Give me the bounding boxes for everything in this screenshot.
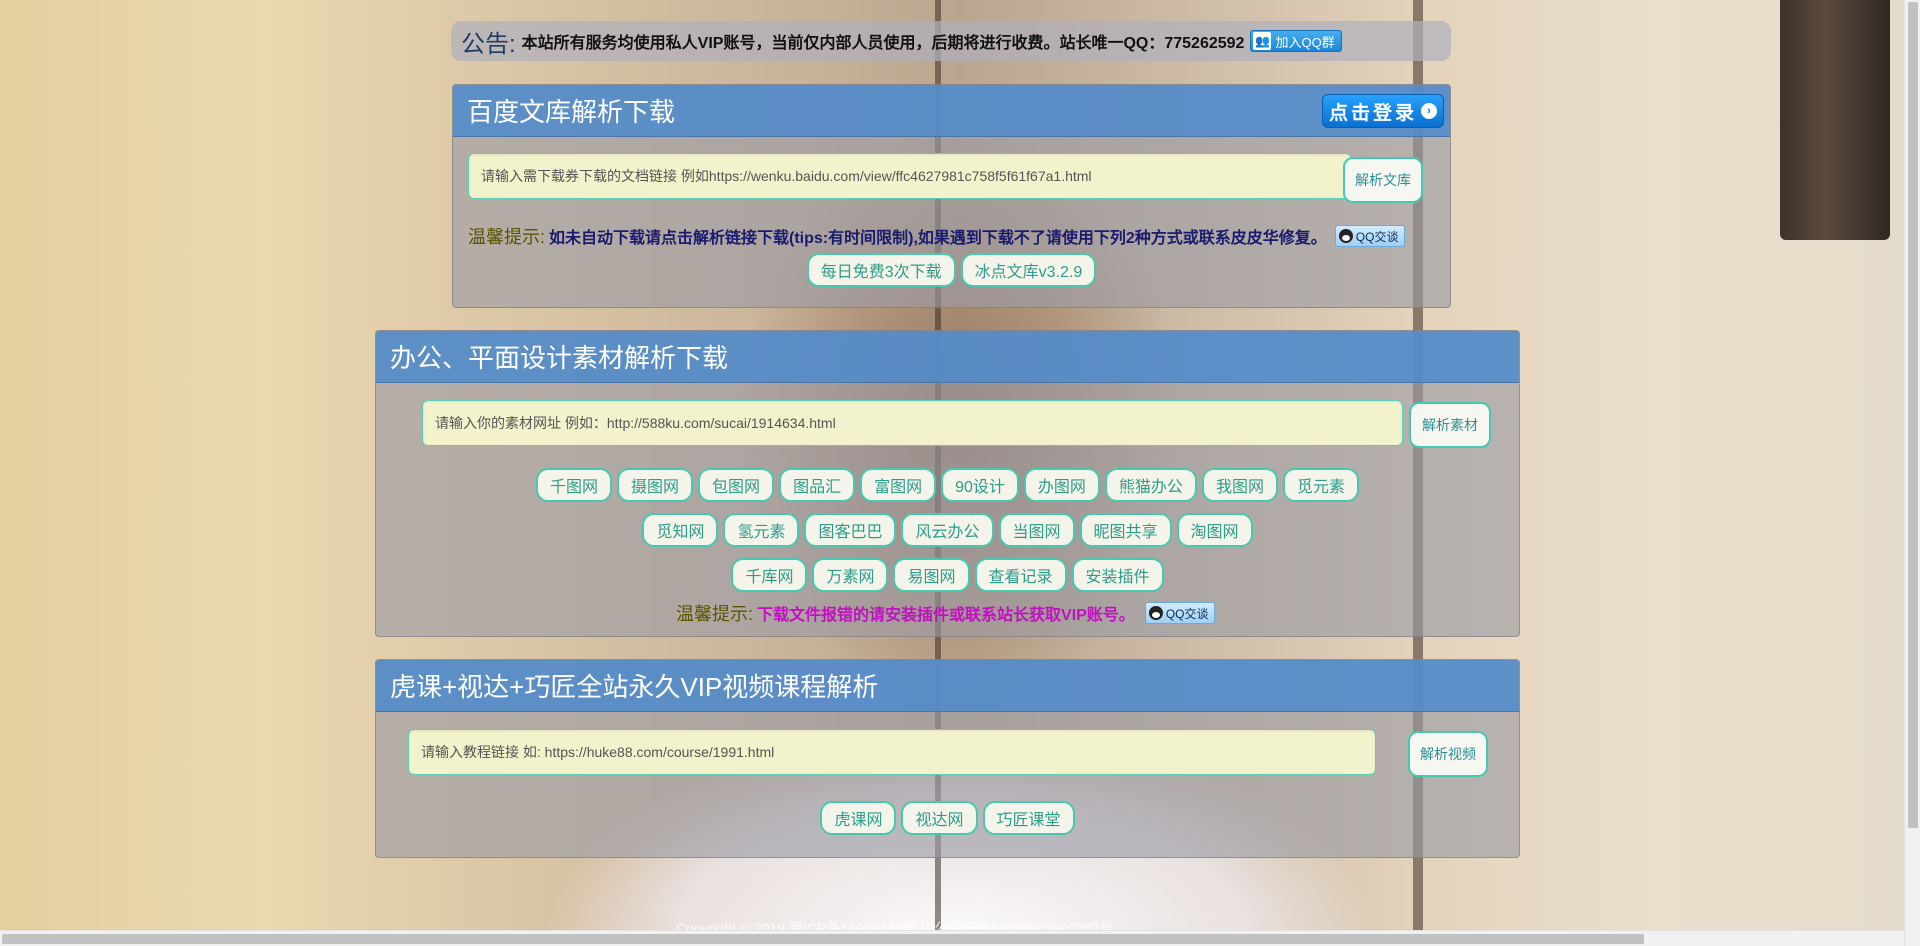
design-panel-title: 办公、平面设计素材解析下载 <box>390 343 729 373</box>
qiaojiang-link[interactable]: 巧匠课堂 <box>982 801 1075 835</box>
design-sites-row-2: 觅知网 氢元素 图客巴巴 风云办公 当图网 昵图共享 淘图网 <box>376 513 1519 547</box>
free-download-link[interactable]: 每日免费3次下载 <box>806 253 956 287</box>
site-link[interactable]: 觅元素 <box>1282 468 1359 502</box>
qq-penguin-icon <box>1338 229 1353 243</box>
wenku-tip-label: 温馨提示: <box>468 227 546 247</box>
huke-link[interactable]: 虎课网 <box>820 801 897 835</box>
announcement-text: 本站所有服务均使用私人VIP账号，当前仅内部人员使用，后期将进行收费。站长唯一Q… <box>521 35 1245 52</box>
parse-video-button[interactable]: 解析视频 <box>1408 731 1488 777</box>
qq-chat-label: QQ交谈 <box>1165 606 1209 621</box>
qq-chat-label: QQ交谈 <box>1355 229 1399 244</box>
site-link[interactable]: 办图网 <box>1023 468 1100 502</box>
site-link[interactable]: 我图网 <box>1201 468 1278 502</box>
qq-group-icon: 👥 <box>1253 32 1272 50</box>
announcement-title: 公告: <box>461 30 516 58</box>
join-qq-group-button[interactable]: 👥 加入QQ群 <box>1250 30 1342 52</box>
site-link[interactable]: 觅知网 <box>642 513 719 547</box>
video-panel-header: 虎课+视达+巧匠全站永久VIP视频课程解析 <box>376 660 1519 712</box>
site-link[interactable]: 淘图网 <box>1176 513 1253 547</box>
site-link[interactable]: 富图网 <box>860 468 937 502</box>
site-link[interactable]: 氢元素 <box>723 513 800 547</box>
background-picture-frame <box>1780 0 1890 240</box>
wenku-links: 每日免费3次下载 冰点文库v3.2.9 <box>453 253 1450 287</box>
site-link[interactable]: 图品汇 <box>779 468 856 502</box>
video-links: 虎课网 视达网 巧匠课堂 <box>376 801 1519 835</box>
vertical-scroll-thumb[interactable] <box>1908 2 1918 828</box>
design-sites-row-1: 千图网 摄图网 包图网 图品汇 富图网 90设计 办图网 熊猫办公 我图网 觅元… <box>376 468 1519 502</box>
wenku-panel: 百度文库解析下载 点击登录 › 解析文库 温馨提示: 如未自动下载请点击解析链接… <box>452 84 1451 308</box>
site-link[interactable]: 摄图网 <box>617 468 694 502</box>
wenku-panel-header: 百度文库解析下载 点击登录 › <box>453 85 1450 137</box>
design-panel-header: 办公、平面设计素材解析下载 <box>376 331 1519 383</box>
video-panel: 虎课+视达+巧匠全站永久VIP视频课程解析 解析视频 虎课网 视达网 巧匠课堂 <box>375 659 1520 858</box>
join-qq-group-label: 加入QQ群 <box>1275 34 1335 50</box>
video-url-input[interactable] <box>408 729 1376 775</box>
design-url-input[interactable] <box>422 400 1403 446</box>
wenku-tip-text: 如未自动下载请点击解析链接下载(tips:有时间限制),如果遇到下载不了请使用下… <box>549 230 1327 247</box>
design-tip-text: 下载文件报错的请安装插件或联系站长获取VIP账号。 <box>757 607 1135 624</box>
vertical-scrollbar[interactable] <box>1904 0 1920 946</box>
site-link[interactable]: 包图网 <box>698 468 775 502</box>
wenku-url-input[interactable] <box>468 153 1352 199</box>
design-panel: 办公、平面设计素材解析下载 解析素材 千图网 摄图网 包图网 图品汇 富图网 9… <box>375 330 1520 637</box>
site-link[interactable]: 昵图共享 <box>1079 513 1172 547</box>
shida-link[interactable]: 视达网 <box>901 801 978 835</box>
chevron-right-icon: › <box>1421 103 1437 119</box>
login-button[interactable]: 点击登录 › <box>1322 94 1444 128</box>
design-sites-row-3: 千库网 万素网 易图网 查看记录 安装插件 <box>376 558 1519 592</box>
site-link[interactable]: 图客巴巴 <box>804 513 897 547</box>
qq-chat-button[interactable]: QQ交谈 <box>1334 225 1406 247</box>
site-link[interactable]: 当图网 <box>998 513 1075 547</box>
parse-wenku-button[interactable]: 解析文库 <box>1343 157 1423 203</box>
announcement-bar: 公告: 本站所有服务均使用私人VIP账号，当前仅内部人员使用，后期将进行收费。站… <box>451 21 1451 61</box>
wenku-panel-title: 百度文库解析下载 <box>467 97 676 127</box>
video-panel-title: 虎课+视达+巧匠全站永久VIP视频课程解析 <box>390 672 879 702</box>
site-link[interactable]: 风云办公 <box>901 513 994 547</box>
site-link[interactable]: 90设计 <box>941 468 1019 502</box>
bingdian-wenku-link[interactable]: 冰点文库v3.2.9 <box>960 253 1097 287</box>
parse-design-button[interactable]: 解析素材 <box>1409 402 1491 448</box>
wenku-tip: 温馨提示: 如未自动下载请点击解析链接下载(tips:有时间限制),如果遇到下载… <box>468 223 1406 249</box>
login-button-label: 点击登录 <box>1328 102 1417 124</box>
site-link[interactable]: 千图网 <box>536 468 613 502</box>
design-tip: 温馨提示: 下载文件报错的请安装插件或联系站长获取VIP账号。 QQ交谈 <box>676 600 1216 626</box>
site-link[interactable]: 千库网 <box>731 558 808 592</box>
install-plugin-link[interactable]: 安装插件 <box>1071 558 1164 592</box>
qq-chat-button[interactable]: QQ交谈 <box>1144 602 1216 624</box>
horizontal-scrollbar[interactable] <box>0 930 1904 946</box>
site-link[interactable]: 易图网 <box>893 558 970 592</box>
design-tip-label: 温馨提示: <box>676 604 754 624</box>
site-link[interactable]: 熊猫办公 <box>1104 468 1197 502</box>
qq-penguin-icon <box>1148 606 1163 620</box>
horizontal-scroll-thumb[interactable] <box>2 934 1644 944</box>
site-link[interactable]: 万素网 <box>812 558 889 592</box>
view-history-link[interactable]: 查看记录 <box>974 558 1067 592</box>
